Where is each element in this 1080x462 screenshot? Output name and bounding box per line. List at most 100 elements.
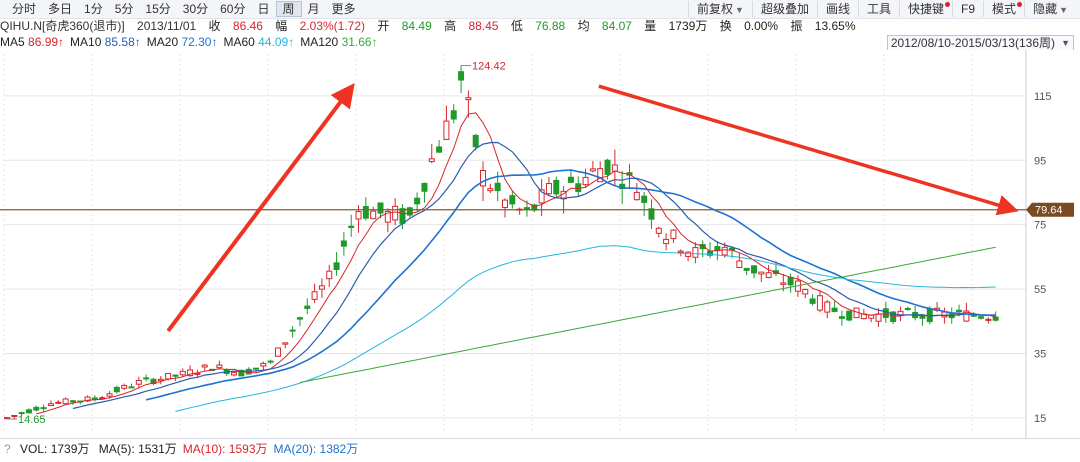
ma-value: 44.09↑ (258, 35, 295, 49)
candle-body (670, 229, 677, 240)
period-tab-8[interactable]: 周 (275, 1, 302, 17)
candle-body (816, 295, 823, 311)
candle-body (655, 227, 662, 234)
candle-body (62, 398, 69, 405)
ma-name: MA5 (0, 35, 29, 49)
candle-body (941, 311, 948, 318)
period-tab-6[interactable]: 60分 (214, 1, 251, 17)
date-range-selector[interactable]: 2012/08/10-2015/03/13(136周) ▼ (886, 35, 1074, 51)
tool-button-2[interactable]: 画线 (816, 1, 858, 17)
candle-body (370, 210, 377, 220)
help-icon[interactable]: ? (4, 442, 11, 456)
amplitude-value: 13.65% (814, 19, 856, 33)
tool-button-5[interactable]: F9 (952, 1, 983, 17)
tool-label: 超级叠加 (760, 2, 809, 16)
kline-chart[interactable]: 15 35 55 75 95 115 79.64 124.42 14.65 (0, 50, 1080, 438)
candle-body (641, 195, 648, 203)
period-tab-10[interactable]: 更多 (326, 1, 362, 17)
tool-label: 模式 (992, 2, 1017, 16)
candle-body (838, 316, 845, 319)
turnover-label: 换 (719, 19, 732, 33)
volume-legend: ? VOL: 1739万 MA(5): 1531万 MA(10): 1593万 MA… (0, 438, 1080, 462)
candle-body (494, 182, 501, 192)
ma-name: MA20 (146, 35, 182, 49)
candle-body (128, 386, 135, 389)
period-tab-0[interactable]: 分时 (6, 1, 42, 17)
period-tab-7[interactable]: 日 (251, 1, 275, 17)
tool-label: F9 (961, 2, 976, 16)
candle-body (868, 314, 875, 319)
candle-body (33, 406, 40, 411)
turnover-field: 换 0.00% (720, 19, 778, 33)
high-marker-label: 124.42 (472, 61, 506, 73)
candle-body (545, 183, 552, 195)
period-tab-1[interactable]: 多日 (42, 1, 78, 17)
ma-name: MA60 (223, 35, 259, 49)
ma-legend-item: MA120 31.66↑ (300, 35, 377, 49)
change-field: 幅 2.03%(1.72) (275, 19, 365, 33)
quote-info-bar: QIHU.N[奇虎360(退市)] 2013/11/01 收 86.46 幅 2… (0, 18, 1080, 34)
tool-button-4[interactable]: 快捷键 (899, 1, 952, 17)
candle-body (509, 195, 516, 205)
candle-body (846, 310, 853, 321)
tool-button-6[interactable]: 模式 (983, 1, 1024, 17)
tool-label: 画线 (825, 2, 850, 16)
candle-body (692, 247, 699, 258)
candle-body (897, 310, 904, 316)
candle-body (553, 179, 560, 195)
candle-body (985, 318, 992, 321)
change-value: 2.03%(1.72) (299, 19, 366, 33)
candle-body (919, 315, 926, 319)
change-label: 幅 (275, 19, 288, 33)
candle-body (326, 270, 333, 280)
candle-body (428, 158, 435, 162)
period-tab-3[interactable]: 5分 (109, 1, 140, 17)
ma-value: 31.66↑ (341, 35, 378, 49)
candle-body (875, 313, 882, 322)
turnover-value: 0.00% (744, 19, 779, 33)
avg-value: 84.07 (601, 19, 632, 33)
candle-body (450, 110, 457, 120)
tool-button-1[interactable]: 超级叠加 (751, 1, 817, 17)
candle-body (69, 400, 76, 403)
candle-body (648, 208, 655, 220)
symbol-name: QIHU.N[奇虎360(退市)] (0, 19, 125, 33)
tool-button-3[interactable]: 工具 (858, 1, 899, 17)
candle-body (47, 403, 54, 407)
y-tick-label: 35 (1034, 348, 1046, 360)
period-tab-9[interactable]: 月 (302, 1, 326, 17)
ma-legend-item: MA10 85.58↑ (70, 35, 141, 49)
candle-body (121, 384, 128, 389)
candle-body (340, 240, 347, 247)
candle-body (567, 176, 574, 183)
amplitude-field: 振 13.65% (790, 19, 855, 33)
candle-body (751, 265, 757, 274)
close-field: 收 86.46 (209, 19, 263, 33)
candle-body (589, 168, 596, 172)
candle-body (780, 282, 787, 285)
volume-label: VOL: 1739万 (20, 442, 90, 456)
candle-body (480, 170, 487, 187)
avg-field: 均 84.07 (578, 19, 632, 33)
tool-button-0[interactable]: 前复权 ▼ (688, 1, 752, 17)
candle-body (685, 251, 692, 257)
period-tab-4[interactable]: 15分 (139, 1, 176, 17)
candle-body (465, 97, 472, 101)
candle-body (362, 206, 369, 219)
candle-body (882, 308, 889, 319)
tool-button-7[interactable]: 隐藏 ▼ (1024, 1, 1076, 17)
candle-body (106, 393, 113, 397)
candle-body (421, 182, 428, 192)
ma-legend-item: MA20 72.30↑ (147, 35, 218, 49)
period-tab-2[interactable]: 1分 (78, 1, 109, 17)
y-tick-label: 15 (1034, 413, 1046, 425)
chevron-down-icon: ▼ (1061, 38, 1070, 48)
candle-body (311, 291, 318, 300)
period-tab-5[interactable]: 30分 (177, 1, 214, 17)
high-label: 高 (444, 19, 457, 33)
tool-label: 工具 (867, 2, 892, 16)
ma-value: 86.99↑ (28, 35, 65, 49)
candle-body (231, 371, 238, 376)
candle-body (172, 374, 179, 377)
candle-body (677, 250, 684, 253)
